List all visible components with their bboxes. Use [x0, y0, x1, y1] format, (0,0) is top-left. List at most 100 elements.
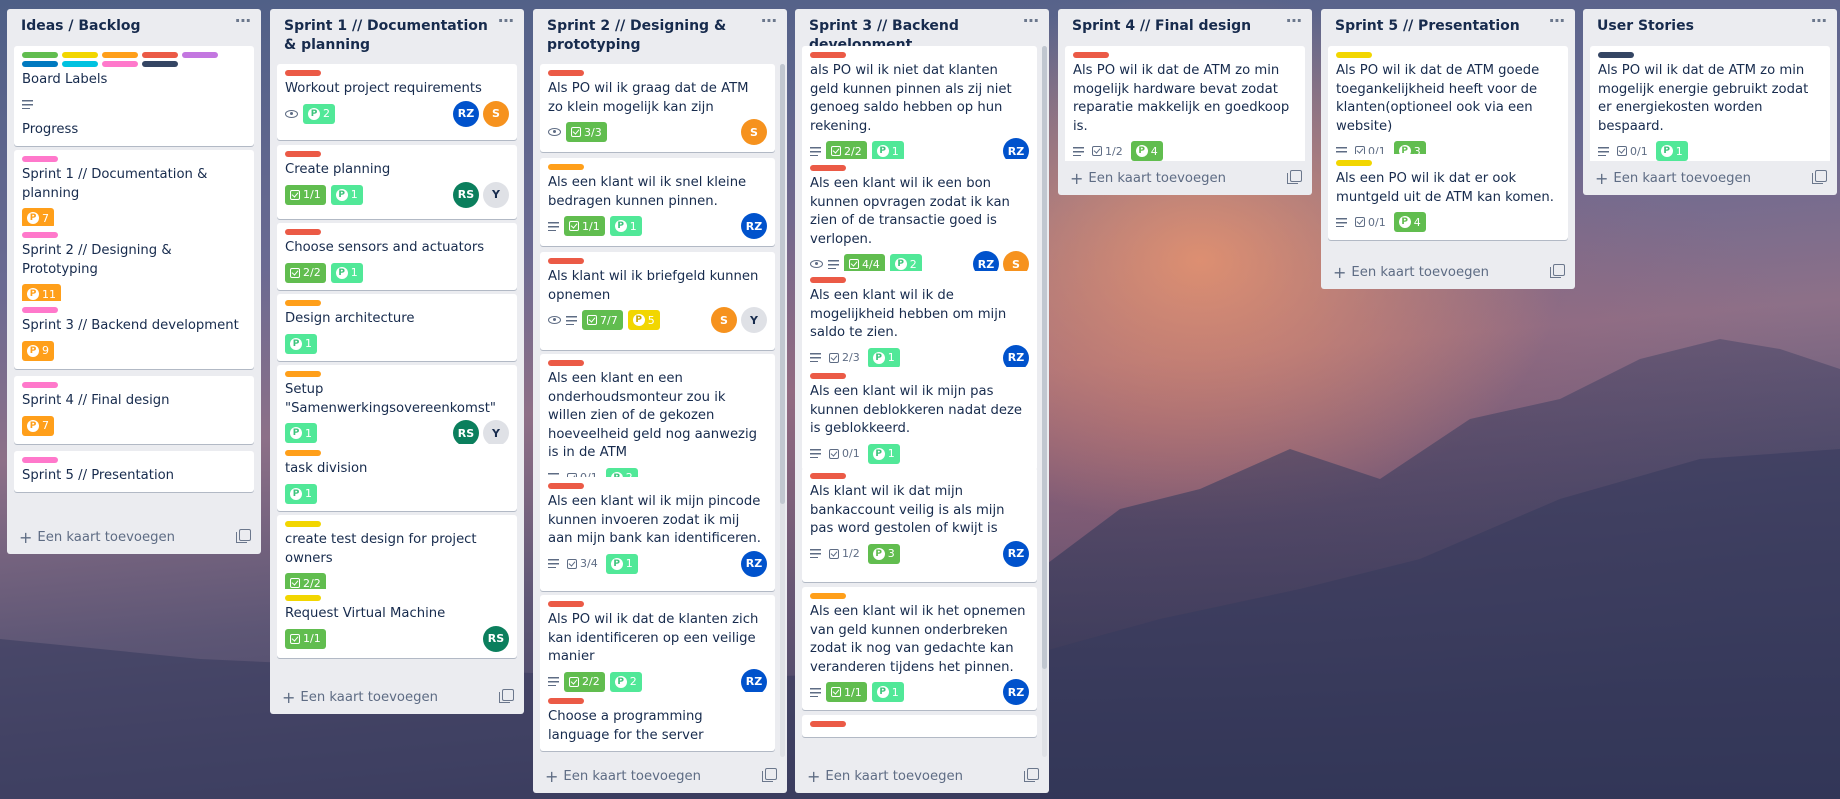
label-orange[interactable] — [810, 593, 846, 599]
card[interactable]: Als een klant wil ik het opnemen van gel… — [802, 587, 1037, 710]
label-red[interactable] — [548, 483, 584, 489]
avatar[interactable]: RZ — [1003, 540, 1029, 567]
add-card-button[interactable]: + Een kaart toevoegen — [1583, 161, 1837, 195]
ellipsis-icon[interactable]: ⋯ — [233, 12, 253, 32]
avatar[interactable]: S — [741, 119, 767, 145]
list-title[interactable]: Sprint 5 // Presentation ⋯ — [1321, 9, 1575, 36]
card[interactable]: Sprint 1 // Documentation & planning P 7 — [14, 150, 254, 235]
ellipsis-icon[interactable]: ⋯ — [759, 12, 779, 32]
card-template-icon[interactable] — [1550, 264, 1565, 278]
list-title[interactable]: Sprint 1 // Documentation & planning ⋯ — [270, 9, 524, 55]
label-pink[interactable] — [22, 156, 58, 162]
list-title[interactable]: User Stories ⋯ — [1583, 9, 1837, 36]
list-title[interactable]: Sprint 4 // Final design ⋯ — [1058, 9, 1312, 36]
label-red[interactable] — [548, 698, 584, 704]
label-red[interactable] — [810, 473, 846, 479]
avatar[interactable]: Y — [483, 181, 509, 208]
avatar[interactable]: RZ — [741, 550, 767, 577]
label-orange[interactable] — [548, 164, 584, 170]
label-sky[interactable] — [62, 61, 98, 67]
card[interactable]: Sprint 2 // Designing & Prototyping P 11 — [14, 226, 254, 311]
label-yellow[interactable] — [285, 521, 321, 527]
label-yellow[interactable] — [1336, 160, 1372, 166]
label-red[interactable] — [810, 721, 846, 727]
add-card-button[interactable]: + Een kaart toevoegen — [795, 759, 1049, 793]
label-red[interactable] — [548, 601, 584, 607]
avatar[interactable]: RZ — [741, 668, 767, 695]
card-template-icon[interactable] — [236, 529, 251, 543]
label-red[interactable] — [1073, 52, 1109, 58]
label-red[interactable] — [810, 277, 846, 283]
label-navy[interactable] — [1598, 52, 1634, 58]
card-template-icon[interactable] — [1287, 170, 1302, 184]
avatar[interactable]: Y — [483, 420, 509, 446]
card[interactable]: task division P 1 — [277, 444, 517, 511]
card[interactable]: Als PO wil ik dat de ATM goede toegankel… — [1328, 46, 1568, 168]
card[interactable]: Workout project requirements P 2 RZ S — [277, 64, 517, 140]
label-orange[interactable] — [285, 371, 321, 377]
label-red[interactable] — [285, 70, 321, 76]
label-yellow[interactable] — [1336, 52, 1372, 58]
avatar[interactable]: RS — [453, 181, 479, 208]
card[interactable]: Als klant wil ik dat mijn bankaccount ve… — [802, 467, 1037, 582]
card[interactable]: Board Labels — [14, 46, 254, 122]
card-template-icon[interactable] — [762, 768, 777, 782]
label-red[interactable] — [285, 229, 321, 235]
add-card-button[interactable]: + Een kaart toevoegen — [270, 680, 524, 714]
card[interactable]: Als klant wil ik briefgeld kunnen opneme… — [540, 252, 775, 350]
add-card-button[interactable]: + Een kaart toevoegen — [1058, 161, 1312, 195]
avatar[interactable]: RZ — [1003, 679, 1029, 705]
scrollbar[interactable] — [780, 64, 785, 504]
label-purple[interactable] — [182, 52, 218, 58]
add-card-button[interactable]: + Een kaart toevoegen — [1321, 255, 1575, 289]
card[interactable]: Als PO wil ik dat de ATM zo min mogelijk… — [1590, 46, 1830, 161]
label-red[interactable] — [548, 258, 584, 264]
card-template-icon[interactable] — [1812, 170, 1827, 184]
label-red[interactable] — [810, 52, 846, 58]
card[interactable]: Als PO wil ik graag dat de ATM zo klein … — [540, 64, 775, 152]
list-title[interactable]: Sprint 2 // Designing & prototyping ⋯ — [533, 9, 787, 55]
add-card-button[interactable]: + Een kaart toevoegen — [533, 759, 787, 793]
add-card-button[interactable]: + Een kaart toevoegen — [7, 520, 261, 554]
ellipsis-icon[interactable]: ⋯ — [1021, 12, 1041, 32]
card[interactable]: Sprint 3 // Backend development P 9 — [14, 301, 254, 369]
label-red[interactable] — [810, 373, 846, 379]
card[interactable]: Als een klant wil ik een bon kunnen opvr… — [802, 159, 1037, 281]
label-yellow[interactable] — [285, 595, 321, 601]
card[interactable]: Als een klant wil ik mijn pincode kunnen… — [540, 477, 775, 591]
card[interactable]: Create planning 1/1 P 1 RS Y — [277, 145, 517, 219]
avatar[interactable]: S — [483, 100, 509, 127]
label-yellow[interactable] — [62, 52, 98, 58]
label-navy[interactable] — [142, 61, 178, 67]
avatar[interactable]: RZ — [453, 100, 479, 127]
card[interactable]: Design architecture P 1 — [277, 294, 517, 361]
label-red[interactable] — [548, 360, 584, 366]
label-pink[interactable] — [22, 232, 58, 238]
card[interactable]: Choose sensors and actuators 2/2 P 1 — [277, 223, 517, 290]
card-template-icon[interactable] — [499, 689, 514, 703]
avatar[interactable]: Y — [741, 307, 767, 333]
label-pink[interactable] — [102, 61, 138, 67]
card[interactable]: Als een klant wil ik snel kleine bedrage… — [540, 158, 775, 246]
label-green[interactable] — [22, 52, 58, 58]
avatar[interactable]: RZ — [741, 213, 767, 239]
label-red[interactable] — [810, 165, 846, 171]
ellipsis-icon[interactable]: ⋯ — [1547, 12, 1567, 32]
label-orange[interactable] — [102, 52, 138, 58]
avatar[interactable]: S — [711, 307, 737, 333]
card[interactable]: Sprint 5 // Presentation — [14, 451, 254, 492]
card[interactable]: Sprint 4 // Final design P 7 — [14, 376, 254, 444]
card[interactable]: Als een PO wil ik dat er ook muntgeld ui… — [1328, 154, 1568, 240]
ellipsis-icon[interactable]: ⋯ — [1809, 12, 1829, 32]
card[interactable]: Als een klant en een onderhoudsmonteur z… — [540, 354, 775, 495]
label-red[interactable] — [142, 52, 178, 58]
scrollbar[interactable] — [1042, 46, 1047, 669]
avatar[interactable]: RS — [483, 625, 509, 652]
label-pink[interactable] — [22, 382, 58, 388]
label-orange[interactable] — [285, 450, 321, 456]
card[interactable]: Als een klant wil ik mijn pas kunnen deb… — [802, 367, 1037, 471]
label-orange[interactable] — [285, 300, 321, 306]
card-template-icon[interactable] — [1024, 768, 1039, 782]
card[interactable]: Progress — [14, 115, 254, 146]
card[interactable]: Choose a programming language for the se… — [540, 692, 775, 751]
